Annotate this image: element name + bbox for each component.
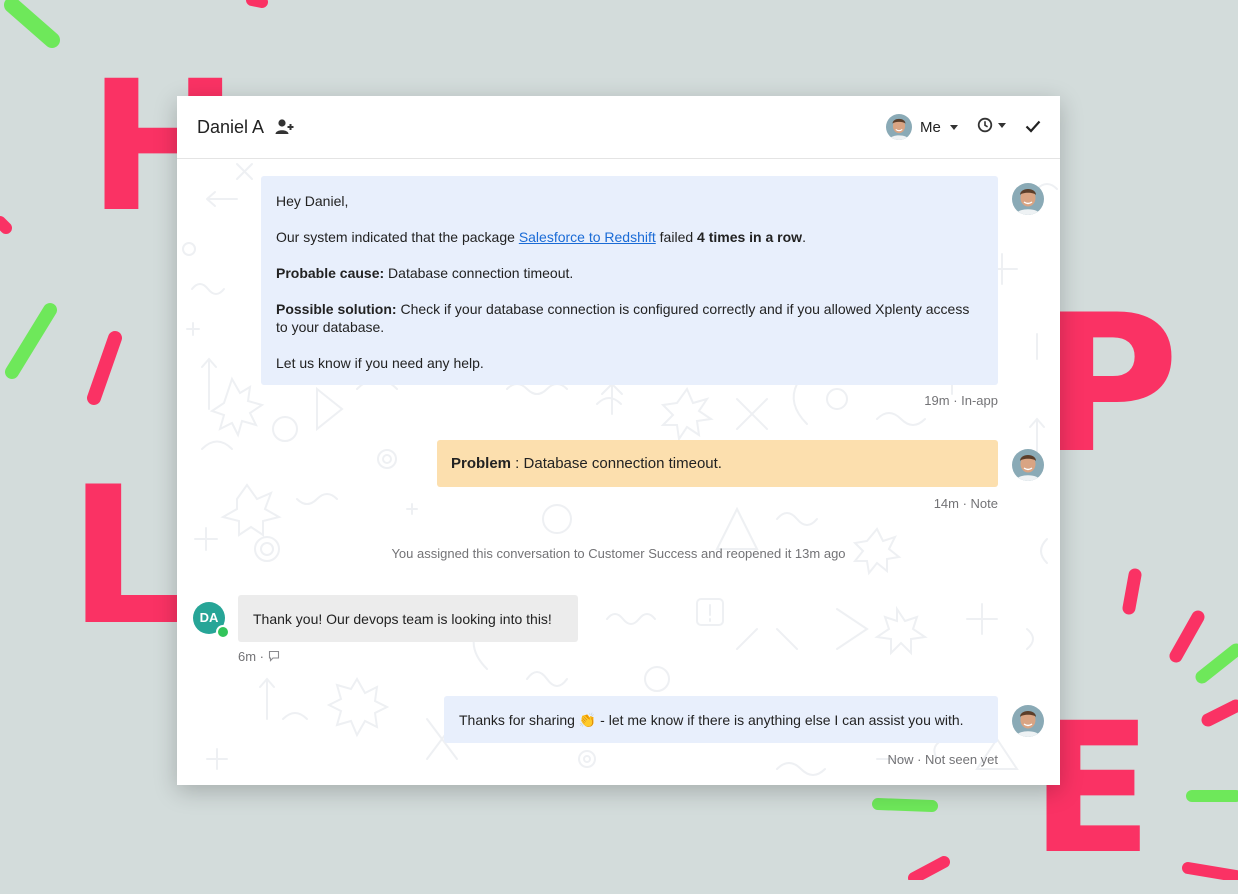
snooze-button[interactable] (977, 117, 1006, 133)
message-text: failed (655, 229, 698, 245)
message-greeting: Hey Daniel, (276, 193, 349, 209)
message-body-line: Our system indicated that the package Sa… (276, 228, 983, 246)
message-meta: 14m · Note (933, 496, 998, 511)
clapping-hands-emoji: 👏 (578, 712, 597, 728)
assignee-avatar (886, 114, 912, 140)
clock-icon (977, 117, 993, 133)
message-meta: 6m · (238, 649, 280, 664)
note-label: Problem (451, 455, 512, 472)
contact-name[interactable]: Daniel A (197, 117, 264, 138)
message-icon (268, 650, 279, 662)
cause-label: Probable cause: (276, 265, 385, 281)
bg-letter-p: P (1040, 274, 1180, 495)
message-meta: Now · Not seen yet (887, 752, 998, 767)
message-text: - let me know if there is anything else … (596, 712, 964, 728)
message-text: Thanks for sharing (459, 712, 579, 728)
assignee-avatar-image (886, 114, 912, 140)
checkmark-icon[interactable] (1024, 117, 1042, 135)
solution-label: Possible solution: (276, 301, 397, 317)
assignee-label: Me (920, 118, 941, 136)
note-bubble: Problem : Database connection timeout. (437, 440, 998, 487)
reply-message-bubble: Thanks for sharing 👏 - let me know if th… (444, 696, 998, 743)
agent-avatar-image (1012, 449, 1044, 481)
online-status-dot (216, 625, 230, 639)
chevron-down-icon (949, 124, 958, 130)
message-text: . (802, 229, 806, 245)
possible-solution: Possible solution: Check if your databas… (276, 300, 983, 336)
avatar (1012, 449, 1044, 481)
person-add-icon[interactable] (275, 118, 295, 136)
probable-cause: Probable cause: Database connection time… (276, 264, 983, 282)
cause-text: Database connection timeout. (384, 265, 574, 281)
message-meta: 19m · In-app (924, 393, 998, 408)
message-closing: Let us know if you need any help. (276, 355, 484, 371)
message-meta-text: 6m · (238, 649, 264, 664)
bg-letter-l: L (68, 446, 190, 667)
conversation-header: Daniel A Me (177, 96, 1060, 159)
note-text: : Database connection timeout. (511, 455, 722, 472)
message-bold-text: 4 times in a row (697, 229, 803, 245)
customer-message-bubble: Thank you! Our devops team is looking in… (238, 595, 578, 642)
agent-avatar-image (1012, 183, 1044, 215)
package-link[interactable]: Salesforce to Redshift (519, 229, 656, 245)
agent-avatar-image (1012, 705, 1044, 737)
message-text: Our system indicated that the package (276, 229, 519, 245)
system-event: You assigned this conversation to Custom… (391, 546, 846, 561)
message-bubble-in-app: Hey Daniel, Our system indicated that th… (261, 176, 998, 385)
message-list: Hey Daniel, Our system indicated that th… (177, 159, 1060, 785)
avatar (1012, 183, 1044, 215)
avatar (1012, 705, 1044, 737)
conversation-window: Daniel A Me Hey Daniel, Our system indic… (177, 96, 1060, 785)
chevron-down-icon (998, 122, 1006, 128)
assignee-dropdown[interactable]: Me (886, 113, 958, 141)
